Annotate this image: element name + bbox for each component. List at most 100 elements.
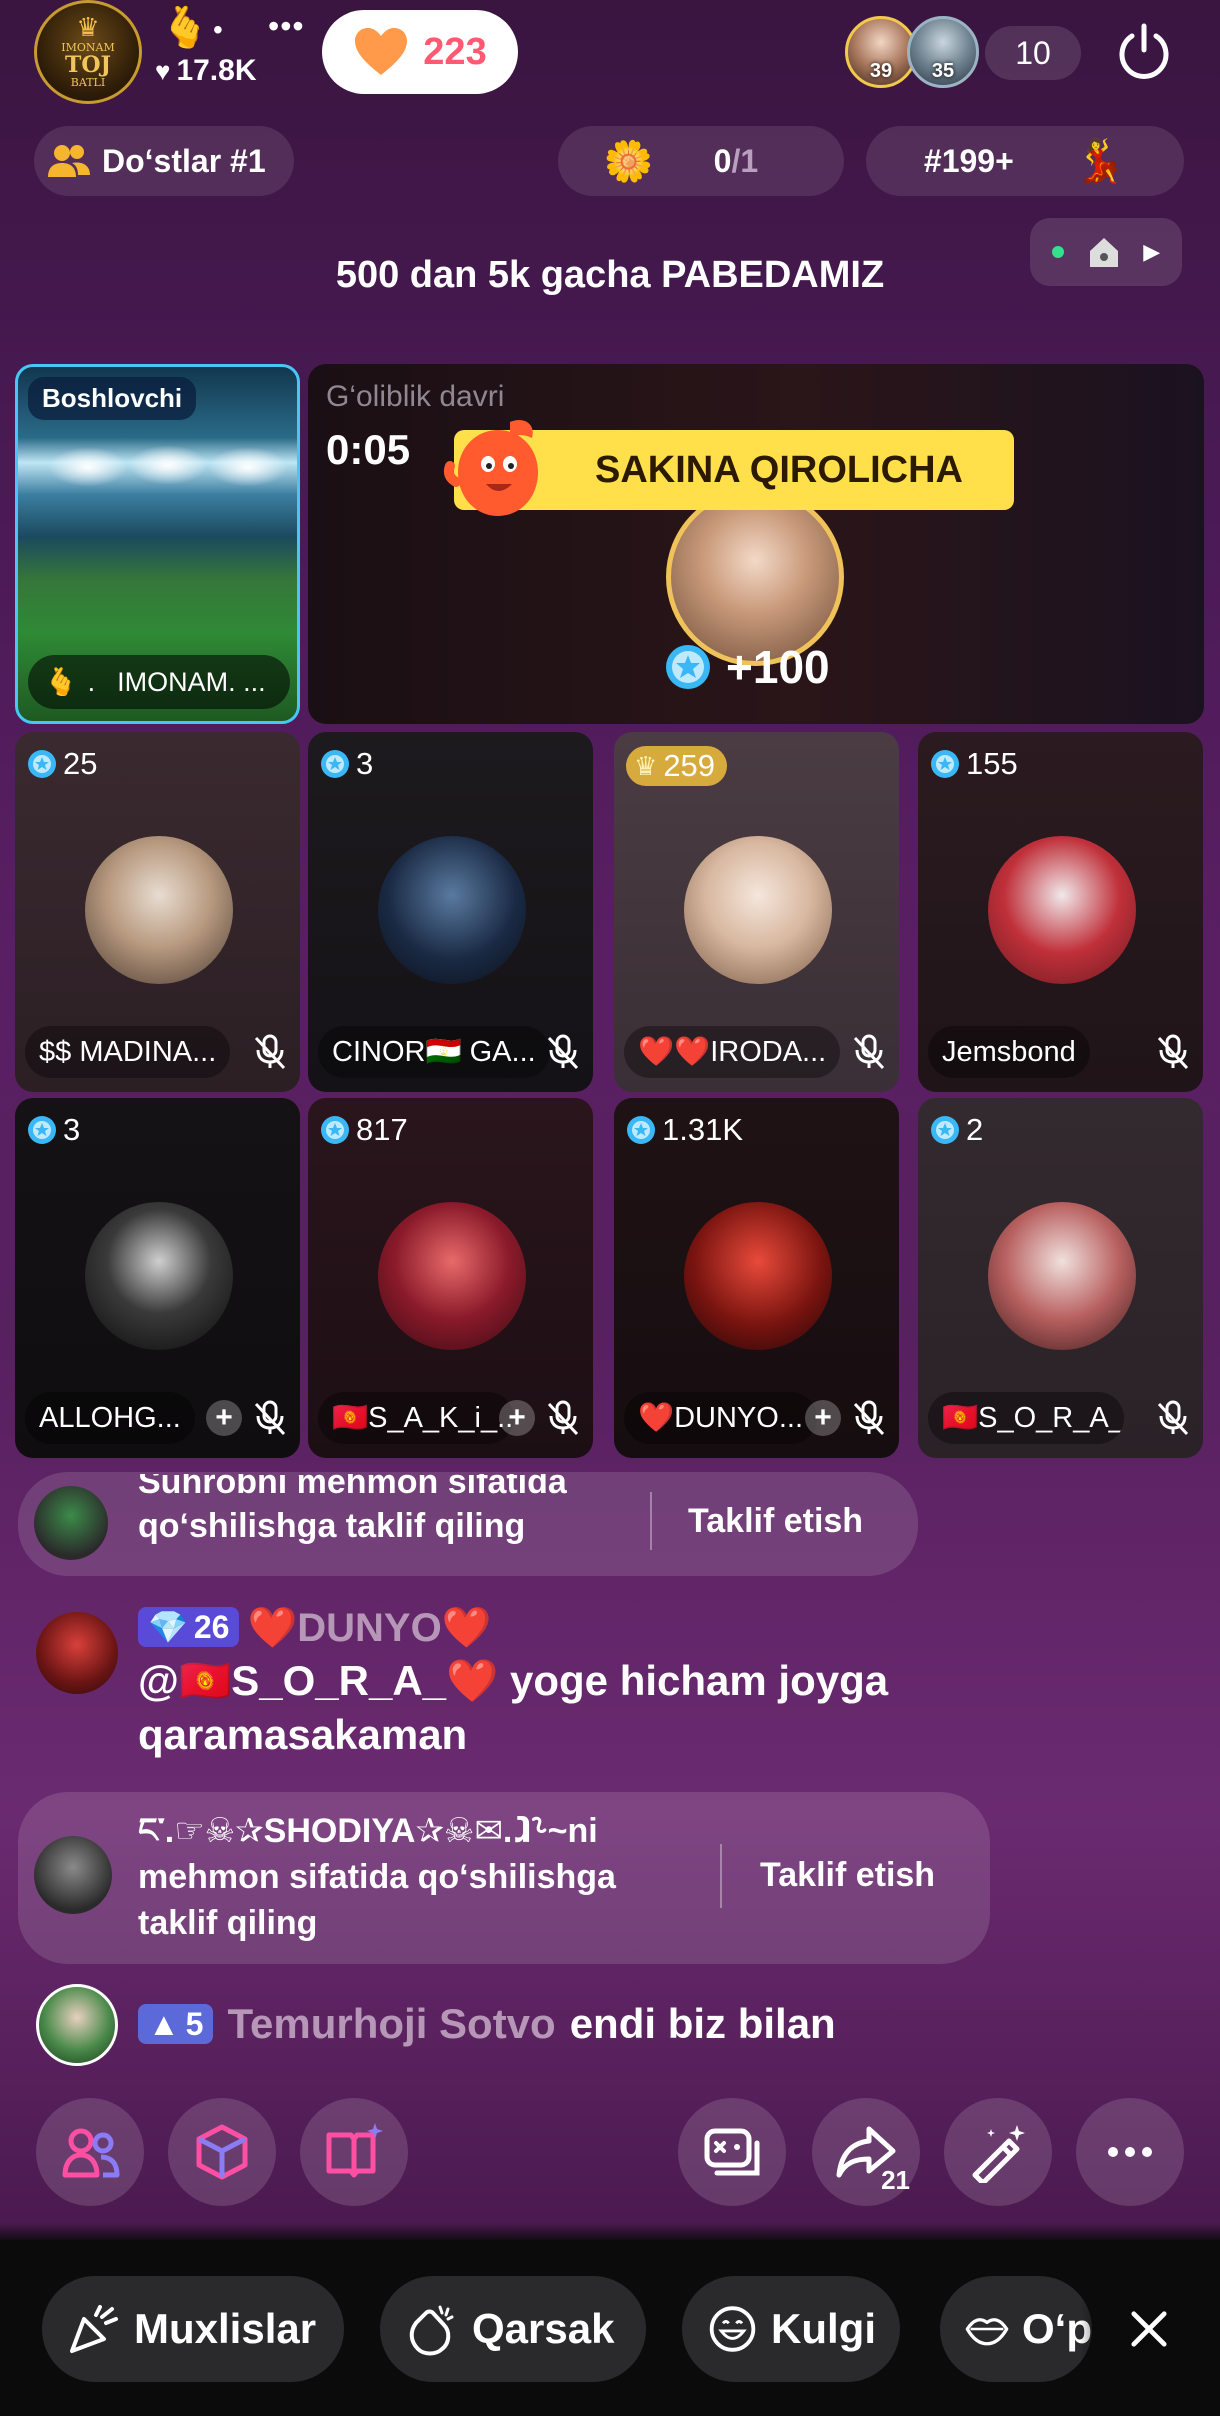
gift-box-button[interactable] <box>168 2098 276 2206</box>
quick-reply-label: Muxlislar <box>134 2305 317 2352</box>
winner-panel[interactable]: G‘oliblik davri 0:05 SAKINA QIROLICHA +1… <box>308 364 1204 724</box>
seat-avatar[interactable] <box>85 1202 233 1350</box>
chat-avatar[interactable] <box>36 1984 118 2066</box>
seat-avatar[interactable] <box>378 1202 526 1350</box>
finger-heart-icon: 🫰 <box>160 6 210 50</box>
laugh-face-icon <box>709 2306 756 2352</box>
add-friend-icon[interactable]: + <box>206 1400 242 1436</box>
seat-score: 155 <box>930 746 1018 782</box>
rank-button[interactable]: #199+ 💃 <box>866 126 1184 196</box>
invite-banner[interactable]: ང་.☞☠✰SHODIYA✰☠✉.ⱹ⸊~ni mehmon sifatida q… <box>18 1792 990 1964</box>
seat-name: $$ MADINA... <box>39 1035 217 1068</box>
add-friend-icon[interactable]: + <box>499 1400 535 1436</box>
seat-score: 3 <box>320 746 373 782</box>
more-dots-icon[interactable]: ••• <box>268 8 305 45</box>
seat-name-tag[interactable]: $$ MADINA... <box>25 1026 231 1078</box>
mic-muted-icon <box>254 1400 286 1436</box>
magic-button[interactable] <box>944 2098 1052 2206</box>
guest-seat[interactable]: 155 Jemsbond <box>918 732 1203 1092</box>
guest-seat[interactable]: 817 🇰🇬S_A_K_i_... + <box>308 1098 593 1458</box>
host-name-tag[interactable]: 🫰 . IMONAM. ... <box>28 655 290 709</box>
viewer-avatars[interactable]: 39 35 <box>845 12 979 92</box>
quick-reply-fans[interactable]: Muxlislar <box>42 2276 344 2382</box>
mic-muted-icon <box>1157 1034 1189 1070</box>
seat-avatar[interactable] <box>85 836 233 984</box>
mic-muted-icon <box>853 1400 885 1436</box>
more-button[interactable] <box>1076 2098 1184 2206</box>
viewer-count[interactable]: 10 <box>985 26 1081 80</box>
mic-muted-icon <box>547 1034 579 1070</box>
invite-banner[interactable]: Suhrobni mehmon sifatida qo‘shilishga ta… <box>18 1472 918 1576</box>
open-book-icon <box>326 2123 383 2178</box>
goal-progress[interactable]: 🌼 0/1 <box>558 126 844 196</box>
guest-seat[interactable]: 2 🇰🇬S_O_R_A_... <box>918 1098 1203 1458</box>
quick-reply-kiss[interactable]: O‘p <box>940 2276 1092 2382</box>
seat-name-tag[interactable]: Jemsbond <box>928 1026 1090 1078</box>
chat-username[interactable]: Temurhoji Sotvo <box>227 2000 555 2048</box>
share-count: 21 <box>881 2165 910 2195</box>
gem-icon <box>931 1116 959 1144</box>
gem-icon <box>321 1116 349 1144</box>
seat-score-value: 1.31K <box>662 1112 744 1147</box>
invite-button[interactable]: Taklif etish <box>760 1856 935 1895</box>
seat-score-value: 2 <box>966 1112 984 1147</box>
winner-score: +100 <box>664 640 830 694</box>
guest-seat[interactable]: 3 ALLOHG... + <box>15 1098 300 1458</box>
follow-heart-button[interactable]: 223 <box>322 10 518 94</box>
quick-reply-label: Kulgi <box>771 2305 876 2352</box>
seat-avatar[interactable] <box>684 1202 832 1350</box>
book-button[interactable] <box>300 2098 408 2206</box>
guest-seat[interactable]: 3 CINOR🇹🇯 GA... <box>308 732 593 1092</box>
winner-period-label: G‘oliblik davri <box>326 380 505 413</box>
seat-name: 🇰🇬S_O_R_A_... <box>942 1402 1124 1434</box>
guest-seat[interactable]: ♛ 259 ❤️❤️IRODA... <box>614 732 899 1092</box>
friends-rank-button[interactable]: Do‘stlar #1 <box>34 126 294 196</box>
seat-name: Jemsbond <box>942 1035 1076 1068</box>
seat-score: 817 <box>320 1112 408 1148</box>
quick-reply-laugh[interactable]: Kulgi <box>682 2276 900 2382</box>
heart-count: 223 <box>423 30 487 73</box>
chat-username[interactable]: ❤️DUNYO❤️ <box>247 1604 491 1651</box>
rank-value: #199+ <box>923 142 1014 179</box>
share-button[interactable]: 21 <box>812 2098 920 2206</box>
cube-icon <box>196 2124 248 2180</box>
viewer-avatar[interactable]: 35 <box>907 16 979 88</box>
chat-avatar[interactable] <box>36 1612 118 1694</box>
guest-seat[interactable]: 1.31K ❤️DUNYO... + <box>614 1098 899 1458</box>
people-icon <box>62 2128 120 2178</box>
add-friend-icon[interactable]: + <box>805 1400 841 1436</box>
games-button[interactable] <box>678 2098 786 2206</box>
guest-seat[interactable]: 25 $$ MADINA... <box>15 732 300 1092</box>
quick-reply-clap[interactable]: Qarsak <box>380 2276 646 2382</box>
seat-score-value: 259 <box>663 748 716 783</box>
seat-name-tag[interactable]: CINOR🇹🇯 GA... <box>318 1026 550 1078</box>
level-value: 26 <box>193 1608 230 1645</box>
divider <box>650 1492 652 1550</box>
seat-avatar[interactable] <box>378 836 526 984</box>
seat-name-tag[interactable]: ❤️DUNYO... <box>624 1392 818 1444</box>
close-icon[interactable] <box>1130 2310 1168 2348</box>
gem-icon <box>321 750 349 778</box>
invite-button[interactable]: Taklif etish <box>688 1502 863 1541</box>
magic-wand-icon <box>972 2125 1025 2183</box>
chat-text: @🇰🇬S_O_R_A_❤️ yoge hicham joyga <box>138 1657 889 1704</box>
seat-avatar[interactable] <box>684 836 832 984</box>
gem-icon <box>28 750 56 778</box>
seat-name-tag[interactable]: 🇰🇬S_A_K_i_... <box>318 1392 514 1444</box>
host-seat[interactable]: Boshlovchi 🫰 . IMONAM. ... <box>15 364 300 724</box>
seat-name-tag[interactable]: ALLOHG... <box>25 1392 195 1444</box>
seat-score-value: 3 <box>63 1112 81 1147</box>
quick-reply-bar: Muxlislar Qarsak Kulgi O‘p <box>0 2240 1220 2416</box>
dancer-icon: 💃 <box>1073 136 1127 184</box>
seat-avatar[interactable] <box>988 836 1136 984</box>
host-likes: ♥ 17.8K <box>155 54 257 88</box>
seat-avatar[interactable] <box>988 1202 1136 1350</box>
seat-score-value: 25 <box>63 746 98 781</box>
power-icon[interactable] <box>1114 22 1174 82</box>
guests-button[interactable] <box>36 2098 144 2206</box>
host-avatar[interactable]: ♛ IMONAM TOJ BATLI <box>34 0 142 104</box>
finger-heart-icon: 🫰 <box>44 667 78 697</box>
seat-name-tag[interactable]: ❤️❤️IRODA... <box>624 1026 841 1078</box>
seat-name-tag[interactable]: 🇰🇬S_O_R_A_... <box>928 1392 1124 1444</box>
chat-text: qaramasakaman <box>138 1711 468 1758</box>
